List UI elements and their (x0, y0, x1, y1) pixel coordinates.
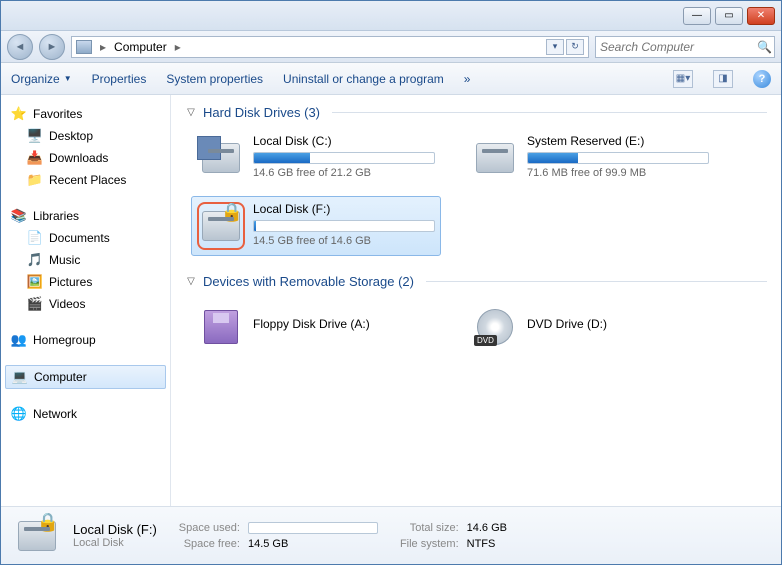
toolbar: Organize ▼ Properties System properties … (1, 63, 781, 95)
drive-floppy-a[interactable]: Floppy Disk Drive (A:) (191, 297, 441, 357)
organize-button[interactable]: Organize ▼ (11, 72, 72, 86)
drive-dvd-d[interactable]: DVD Drive (D:) (465, 297, 715, 357)
bitlocker-disk-icon (13, 514, 61, 558)
properties-button[interactable]: Properties (92, 72, 147, 86)
preview-pane-button[interactable]: ◨ (713, 70, 733, 88)
toolbar-overflow-button[interactable]: » (464, 72, 471, 86)
sidebar-libraries[interactable]: 📚Libraries (5, 205, 166, 227)
details-pane: Local Disk (F:) Local Disk Space used: S… (1, 506, 781, 564)
bitlocker-disk-icon (197, 202, 245, 250)
search-box[interactable]: 🔍 (595, 36, 775, 58)
forward-button[interactable]: ► (39, 34, 65, 60)
sidebar-network[interactable]: 🌐Network (5, 403, 166, 425)
minimize-button[interactable]: — (683, 7, 711, 25)
details-subtitle: Local Disk (73, 537, 157, 549)
homegroup-icon: 👥 (11, 332, 27, 348)
computer-icon (76, 40, 92, 54)
total-size-value: 14.6 GB (467, 522, 507, 534)
network-icon: 🌐 (11, 406, 27, 422)
back-button[interactable]: ◄ (7, 34, 33, 60)
usage-bar (253, 220, 435, 232)
computer-icon: 💻 (12, 369, 28, 385)
sidebar-item-recent[interactable]: 📁Recent Places (5, 169, 166, 191)
help-button[interactable]: ? (753, 70, 771, 88)
drive-name: Local Disk (F:) (253, 202, 435, 216)
sidebar-item-downloads[interactable]: 📥Downloads (5, 147, 166, 169)
drive-local-disk-c[interactable]: Local Disk (C:) 14.6 GB free of 21.2 GB (191, 128, 441, 188)
drive-free-text: 71.6 MB free of 99.9 MB (527, 167, 709, 179)
section-title: Devices with Removable Storage (2) (203, 274, 414, 289)
details-title: Local Disk (F:) (73, 522, 157, 537)
view-options-button[interactable]: ▦▾ (673, 70, 693, 88)
drive-free-text: 14.6 GB free of 21.2 GB (253, 167, 435, 179)
drive-local-disk-f[interactable]: Local Disk (F:) 14.5 GB free of 14.6 GB (191, 196, 441, 256)
usage-bar (253, 152, 435, 164)
videos-icon: 🎬 (27, 296, 43, 312)
music-icon: 🎵 (27, 252, 43, 268)
nav-bar: ◄ ► ▸ Computer ▸ ▾ ↻ 🔍 (1, 31, 781, 63)
sidebar-item-desktop[interactable]: 🖥️Desktop (5, 125, 166, 147)
drive-name: DVD Drive (D:) (527, 317, 709, 331)
explorer-window: — ▭ ✕ ◄ ► ▸ Computer ▸ ▾ ↻ 🔍 Organize ▼ … (0, 0, 782, 565)
pictures-icon: 🖼️ (27, 274, 43, 290)
drive-name: Floppy Disk Drive (A:) (253, 317, 435, 331)
usage-bar (527, 152, 709, 164)
drive-name: Local Disk (C:) (253, 134, 435, 148)
sidebar-computer[interactable]: 💻Computer (5, 365, 166, 389)
sidebar-favorites[interactable]: ⭐Favorites (5, 103, 166, 125)
drive-system-reserved-e[interactable]: System Reserved (E:) 71.6 MB free of 99.… (465, 128, 715, 188)
sidebar: ⭐Favorites 🖥️Desktop 📥Downloads 📁Recent … (1, 95, 171, 506)
sidebar-homegroup[interactable]: 👥Homegroup (5, 329, 166, 351)
content-pane: ▽ Hard Disk Drives (3) Local Disk (C:) 1… (171, 95, 781, 506)
disk-icon (471, 134, 519, 182)
space-used-bar (248, 522, 378, 534)
system-properties-button[interactable]: System properties (166, 72, 263, 86)
section-title: Hard Disk Drives (3) (203, 105, 320, 120)
floppy-icon (197, 303, 245, 351)
libraries-icon: 📚 (11, 208, 27, 224)
refresh-button[interactable]: ↻ (566, 39, 584, 55)
drive-free-text: 14.5 GB free of 14.6 GB (253, 235, 435, 247)
collapse-icon[interactable]: ▽ (185, 276, 197, 288)
space-free-label: Space free: (179, 538, 240, 550)
search-icon: 🔍 (757, 40, 772, 54)
downloads-icon: 📥 (27, 150, 43, 166)
filesystem-label: File system: (400, 538, 459, 550)
close-button[interactable]: ✕ (747, 7, 775, 25)
history-dropdown-button[interactable]: ▾ (546, 39, 564, 55)
filesystem-value: NTFS (467, 538, 507, 550)
body: ⭐Favorites 🖥️Desktop 📥Downloads 📁Recent … (1, 95, 781, 506)
desktop-icon: 🖥️ (27, 128, 43, 144)
sidebar-item-documents[interactable]: 📄Documents (5, 227, 166, 249)
sidebar-item-pictures[interactable]: 🖼️Pictures (5, 271, 166, 293)
space-free-value: 14.5 GB (248, 538, 378, 550)
recent-icon: 📁 (27, 172, 43, 188)
section-removable-storage: ▽ Devices with Removable Storage (2) (185, 274, 767, 289)
chevron-down-icon: ▼ (64, 74, 72, 83)
dvd-icon (471, 303, 519, 351)
search-input[interactable] (600, 40, 757, 54)
total-size-label: Total size: (400, 522, 459, 534)
star-icon: ⭐ (11, 106, 27, 122)
sidebar-item-music[interactable]: 🎵Music (5, 249, 166, 271)
maximize-button[interactable]: ▭ (715, 7, 743, 25)
collapse-icon[interactable]: ▽ (185, 107, 197, 119)
uninstall-button[interactable]: Uninstall or change a program (283, 72, 444, 86)
sidebar-item-videos[interactable]: 🎬Videos (5, 293, 166, 315)
chevron-right-icon[interactable]: ▸ (96, 40, 110, 54)
documents-icon: 📄 (27, 230, 43, 246)
space-used-label: Space used: (179, 522, 240, 534)
chevron-right-icon[interactable]: ▸ (171, 40, 185, 54)
breadcrumb-item[interactable]: Computer (114, 40, 167, 54)
titlebar: — ▭ ✕ (1, 1, 781, 31)
breadcrumb[interactable]: ▸ Computer ▸ ▾ ↻ (71, 36, 589, 58)
drive-name: System Reserved (E:) (527, 134, 709, 148)
disk-icon (197, 134, 245, 182)
section-hard-disk-drives: ▽ Hard Disk Drives (3) (185, 105, 767, 120)
